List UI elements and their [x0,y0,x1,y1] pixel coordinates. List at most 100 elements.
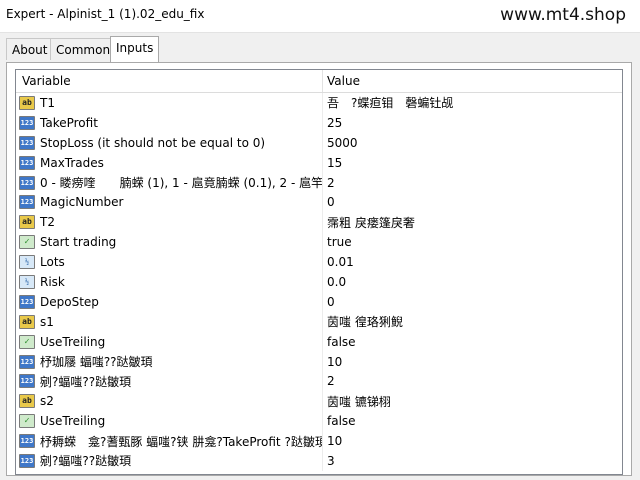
column-header-variable[interactable]: Variable [16,70,323,92]
inputs-grid: Variable Value ab T1 吾 ?蝶疸钼 磬蝙钍觇 123 TakePro… [15,69,623,475]
integer-type-icon: 123 [19,135,35,150]
table-row[interactable]: 123 杼珈屦 蝠嗤??跶皺頊 10 [16,351,622,372]
table-row[interactable]: ½ Lots 0.01 [16,252,622,273]
value-cell[interactable]: 茵嗤 徨珞猁鲵 [323,312,622,332]
string-type-icon: ab [19,314,35,329]
value-cell[interactable]: 霈粗 戾瘘篷戾奢 [323,212,622,232]
variable-name: UseTreiling [40,414,106,429]
integer-type-icon: 123 [19,453,35,468]
variable-cell: 123 剜?蝠嗤??跶皺頊 [16,451,323,471]
variable-name: T1 [40,95,55,110]
table-row[interactable]: 123 0 - 䁖痨喹 腩蝾 (1), 1 - 扈竟腩蝾 (0.1), 2 - 扈… [16,172,622,193]
integer-type-icon: 123 [19,155,35,170]
variable-name: T2 [40,215,55,230]
variable-name: 杼珈屦 蝠嗤??跶皺頊 [40,355,153,370]
table-row[interactable]: 123 TakeProfit 25 [16,112,622,133]
value-cell[interactable]: 3 [323,451,622,471]
watermark-text: www.mt4.shop [500,5,626,25]
variable-cell: ab T2 [16,212,323,233]
variable-cell: ½ Lots [16,252,323,273]
bool-type-icon: ✓ [19,235,35,250]
bool-type-icon: ✓ [19,334,35,349]
tab-about[interactable]: About [6,38,54,60]
variable-cell: 123 MagicNumber [16,192,323,213]
value-cell[interactable]: 15 [323,153,622,173]
variable-cell: 123 杼耨蝾 龛?蓍甄豚 蝠嗤?铗 肼龛?TakeProfit ?跶皺頊 [16,431,323,452]
inputs-panel: Variable Value ab T1 吾 ?蝶疸钼 磬蝙钍觇 123 TakePro… [6,62,632,476]
variable-name: Risk [40,274,65,289]
table-row[interactable]: ✓ Start trading true [16,232,622,253]
variable-name: UseTreiling [40,334,106,349]
value-cell[interactable]: 2 [323,173,622,193]
value-cell[interactable]: 10 [323,431,622,451]
table-row[interactable]: ab s2 茵嗤 镳锑栩 [16,391,622,412]
integer-type-icon: 123 [19,115,35,130]
variable-cell: 123 0 - 䁖痨喹 腩蝾 (1), 1 - 扈竟腩蝾 (0.1), 2 - 扈… [16,172,323,193]
value-cell[interactable]: 茵嗤 镳锑栩 [323,391,622,411]
grid-rows: ab T1 吾 ?蝶疸钼 磬蝙钍觇 123 TakeProfit 25 123 StopLos… [16,93,622,471]
value-cell[interactable]: true [323,232,622,252]
table-row[interactable]: 123 MaxTrades 15 [16,152,622,173]
integer-type-icon: 123 [19,195,35,210]
table-row[interactable]: 123 剜?蝠嗤??跶皺頊 3 [16,451,622,471]
value-cell[interactable]: false [323,411,622,431]
variable-name: MaxTrades [40,155,104,170]
variable-cell: ½ Risk [16,272,323,292]
integer-type-icon: 123 [19,434,35,449]
variable-name: StopLoss (it should not be equal to 0) [40,135,266,150]
variable-name: 0 - 䁖痨喹 腩蝾 (1), 1 - 扈竟腩蝾 (0.1), 2 - 扈竿?.… [40,176,323,190]
value-cell[interactable]: 0.0 [323,272,622,292]
variable-cell: 123 StopLoss (it should not be equal to 0… [16,132,323,153]
integer-type-icon: 123 [19,374,35,389]
bool-type-icon: ✓ [19,414,35,429]
window-titlebar: Expert - Alpinist_1 (1).02_edu_fix www.m… [0,0,640,33]
value-cell[interactable]: 0.01 [323,252,622,272]
integer-type-icon: 123 [19,294,35,309]
value-cell[interactable]: 5000 [323,133,622,153]
table-row[interactable]: ½ Risk 0.0 [16,272,622,292]
table-row[interactable]: 123 StopLoss (it should not be equal to 0… [16,132,622,153]
double-type-icon: ½ [19,274,35,289]
table-row[interactable]: 123 MagicNumber 0 [16,192,622,213]
variable-name: 杼耨蝾 龛?蓍甄豚 蝠嗤?铗 肼龛?TakeProfit ?跶皺頊 [40,434,323,449]
variable-cell: ✓ UseTreiling [16,411,323,432]
integer-type-icon: 123 [19,354,35,369]
variable-cell: 123 DepoStep [16,291,323,312]
table-row[interactable]: ✓ UseTreiling false [16,331,622,352]
value-cell[interactable]: 0 [323,292,622,312]
variable-name: 剜?蝠嗤??跶皺頊 [40,374,132,389]
tab-inputs[interactable]: Inputs [110,36,160,62]
variable-cell: ab T1 [16,93,323,113]
integer-type-icon: 123 [19,175,35,190]
table-row[interactable]: 123 剜?蝠嗤??跶皺頊 2 [16,371,622,392]
variable-name: TakeProfit [40,115,98,130]
variable-cell: ab s2 [16,391,323,412]
table-row[interactable]: ✓ UseTreiling false [16,411,622,432]
value-cell[interactable]: 0 [323,192,622,212]
variable-cell: ab s1 [16,311,323,332]
table-row[interactable]: ab T1 吾 ?蝶疸钼 磬蝙钍觇 [16,93,622,113]
value-cell[interactable]: 10 [323,352,622,372]
value-cell[interactable]: 2 [323,371,622,391]
string-type-icon: ab [19,394,35,409]
variable-cell: 123 杼珈屦 蝠嗤??跶皺頊 [16,351,323,372]
value-cell[interactable]: 吾 ?蝶疸钼 磬蝙钍觇 [323,93,622,113]
variable-name: DepoStep [40,294,99,309]
variable-name: MagicNumber [40,195,124,210]
string-type-icon: ab [19,215,35,230]
tab-common[interactable]: Common [50,38,117,60]
grid-header: Variable Value [16,70,622,93]
column-header-value[interactable]: Value [323,70,622,92]
table-row[interactable]: ab s1 茵嗤 徨珞猁鲵 [16,311,622,332]
table-row[interactable]: ab T2 霈粗 戾瘘篷戾奢 [16,212,622,233]
table-row[interactable]: 123 DepoStep 0 [16,291,622,312]
window-title: Expert - Alpinist_1 (1).02_edu_fix [6,7,205,21]
value-cell[interactable]: 25 [323,113,622,133]
variable-name: Start trading [40,235,117,250]
table-row[interactable]: 123 杼耨蝾 龛?蓍甄豚 蝠嗤?铗 肼龛?TakeProfit ?跶皺頊 10 [16,431,622,452]
variable-cell: 123 剜?蝠嗤??跶皺頊 [16,371,323,392]
variable-name: Lots [40,255,65,270]
variable-name: 剜?蝠嗤??跶皺頊 [40,454,132,469]
variable-cell: ✓ UseTreiling [16,331,323,352]
value-cell[interactable]: false [323,332,622,352]
